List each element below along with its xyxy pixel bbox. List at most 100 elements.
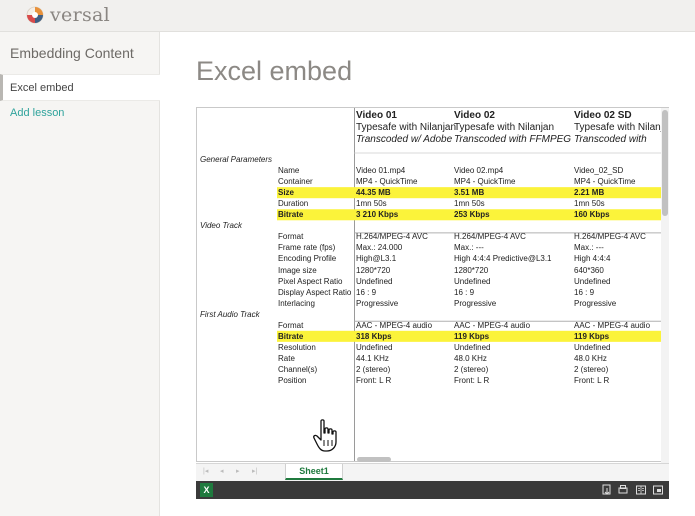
table-cell: AAC - MPEG-4 audio — [356, 320, 433, 330]
table-cell: 1280*720 — [356, 265, 391, 275]
table-cell: MP4 - QuickTime — [454, 177, 516, 187]
brand-name[interactable]: versal — [50, 4, 110, 26]
table-cell: 2 (stereo) — [356, 364, 391, 374]
column-header-title: Video 02 — [454, 110, 495, 121]
row-label: Bitrate — [278, 331, 304, 341]
sidebar-item-excel-embed[interactable]: Excel embed — [0, 74, 160, 101]
column-header-subtitle: Typesafe with Nilanjan — [454, 122, 555, 133]
first-sheet-icon[interactable]: |◂ — [203, 467, 208, 475]
sheet-tab-bar: |◂ ◂ ▸ ▸| Sheet1 — [196, 463, 669, 481]
row-label: Encoding Profile — [278, 254, 337, 264]
row-label: Rate — [278, 353, 295, 363]
table-cell: High 4:4:4 — [574, 254, 611, 264]
row-label: Bitrate — [278, 210, 304, 220]
table-cell: Front: L R — [454, 376, 490, 385]
table-cell: Video 02.mp4 — [454, 166, 504, 176]
excel-icon[interactable]: X — [200, 483, 213, 497]
table-cell: H.264/MPEG-4 AVC — [454, 232, 526, 242]
download-icon[interactable] — [601, 484, 613, 496]
table-cell: 119 Kbps — [574, 331, 610, 341]
top-bar: versal — [0, 0, 695, 32]
table-cell: Progressive — [574, 298, 617, 308]
table-cell: 1mn 50s — [454, 199, 485, 209]
row-label: Position — [278, 376, 307, 385]
add-lesson-link[interactable]: Add lesson — [10, 107, 64, 119]
row-label: Format — [278, 232, 304, 242]
table-cell: Undefined — [454, 342, 491, 352]
table-cell: High@L3.1 — [356, 254, 397, 264]
table-cell: 1mn 50s — [574, 199, 605, 209]
row-label: Frame rate (fps) — [278, 243, 336, 253]
table-cell: 44.35 MB — [356, 188, 391, 198]
last-sheet-icon[interactable]: ▸| — [252, 467, 257, 475]
table-cell: Undefined — [356, 342, 393, 352]
table-cell: MP4 - QuickTime — [356, 177, 418, 187]
column-header-title: Video 01 — [356, 110, 397, 121]
table-cell: 2.21 MB — [574, 188, 605, 198]
excel-status-bar: X — [196, 481, 669, 499]
table-cell: 3.51 MB — [454, 188, 485, 198]
row-label: Format — [278, 320, 304, 330]
table-cell: Front: L R — [356, 376, 392, 385]
row-label: Interlacing — [278, 298, 315, 308]
table-cell: Progressive — [454, 298, 497, 308]
section-label: General Parameters — [200, 155, 273, 164]
table-cell: 3 210 Kbps — [356, 210, 399, 220]
next-sheet-icon[interactable]: ▸ — [236, 467, 240, 475]
spreadsheet-grid[interactable]: Video 01 Typesafe with Nilanjan Transcoded… — [196, 107, 669, 462]
print-icon[interactable] — [617, 484, 629, 496]
table-cell: 1mn 50s — [356, 199, 387, 209]
row-label: Pixel Aspect Ratio — [278, 276, 343, 286]
table-cell: 2 (stereo) — [454, 364, 489, 374]
table-cell: High 4:4:4 Predictive@L3.1 — [454, 254, 552, 264]
sidebar-title: Embedding Content — [10, 45, 134, 61]
table-cell: Video 01.mp4 — [356, 166, 406, 176]
table-cell: Front: L R — [574, 376, 610, 385]
table-cell: AAC - MPEG-4 audio — [454, 320, 531, 330]
row-label: Image size — [278, 265, 317, 275]
sidebar-item-label: Excel embed — [10, 82, 74, 94]
sheet-tab-sheet1[interactable]: Sheet1 — [285, 464, 343, 480]
table-cell: Undefined — [356, 276, 393, 286]
page-title: Excel embed — [196, 56, 353, 86]
prev-sheet-icon[interactable]: ◂ — [220, 467, 224, 475]
section-label: Video Track — [200, 221, 242, 231]
table-cell: 318 Kbps — [356, 331, 392, 341]
table-cell: 16 : 9 — [574, 287, 595, 297]
table-cell: Max.: --- — [454, 243, 484, 253]
table-cell: 1280*720 — [454, 265, 489, 275]
column-header-subtitle: Typesafe with Nilanjan — [356, 122, 457, 133]
table-cell: Progressive — [356, 298, 399, 308]
table-cell: H.264/MPEG-4 AVC — [574, 232, 646, 242]
table-cell: Max.: --- — [574, 243, 604, 253]
table-cell: Undefined — [454, 276, 491, 286]
table-cell: Video_02_SD — [574, 166, 624, 176]
table-cell: 2 (stereo) — [574, 364, 609, 374]
table-cell: 119 Kbps — [454, 331, 490, 341]
row-label: Resolution — [278, 342, 316, 352]
table-cell: Undefined — [574, 342, 611, 352]
column-header-subtitle: Typesafe with Nilanja — [574, 122, 669, 133]
table-cell: 48.0 KHz — [574, 353, 607, 363]
column-header-title: Video 02 SD — [574, 110, 632, 121]
fullscreen-icon[interactable] — [652, 484, 664, 496]
table-cell: 48.0 KHz — [454, 353, 487, 363]
table-cell: 253 Kbps — [454, 210, 490, 220]
vertical-scroll-thumb[interactable] — [662, 110, 668, 216]
row-label: Size — [278, 188, 295, 198]
reader-view-icon[interactable] — [635, 484, 647, 496]
row-label: Name — [278, 166, 300, 176]
hand-pointer-icon — [313, 419, 337, 452]
column-header-note: Transcoded w/ Adobe — [356, 134, 453, 145]
table-cell: 44.1 KHz — [356, 353, 389, 363]
horizontal-scroll-thumb[interactable] — [357, 457, 391, 462]
column-header-note: Transcoded with — [574, 134, 647, 145]
sidebar: Embedding Content Excel embed Add lesson — [0, 32, 160, 516]
row-label: Display Aspect Ratio — [278, 287, 352, 297]
table-cell: 16 : 9 — [356, 287, 377, 297]
table-cell: Max.: 24.000 — [356, 243, 403, 253]
versal-logo-icon[interactable] — [26, 6, 44, 24]
table-cell: H.264/MPEG-4 AVC — [356, 232, 428, 242]
section-label: First Audio Track — [200, 309, 260, 319]
table-cell: MP4 - QuickTime — [574, 177, 636, 187]
